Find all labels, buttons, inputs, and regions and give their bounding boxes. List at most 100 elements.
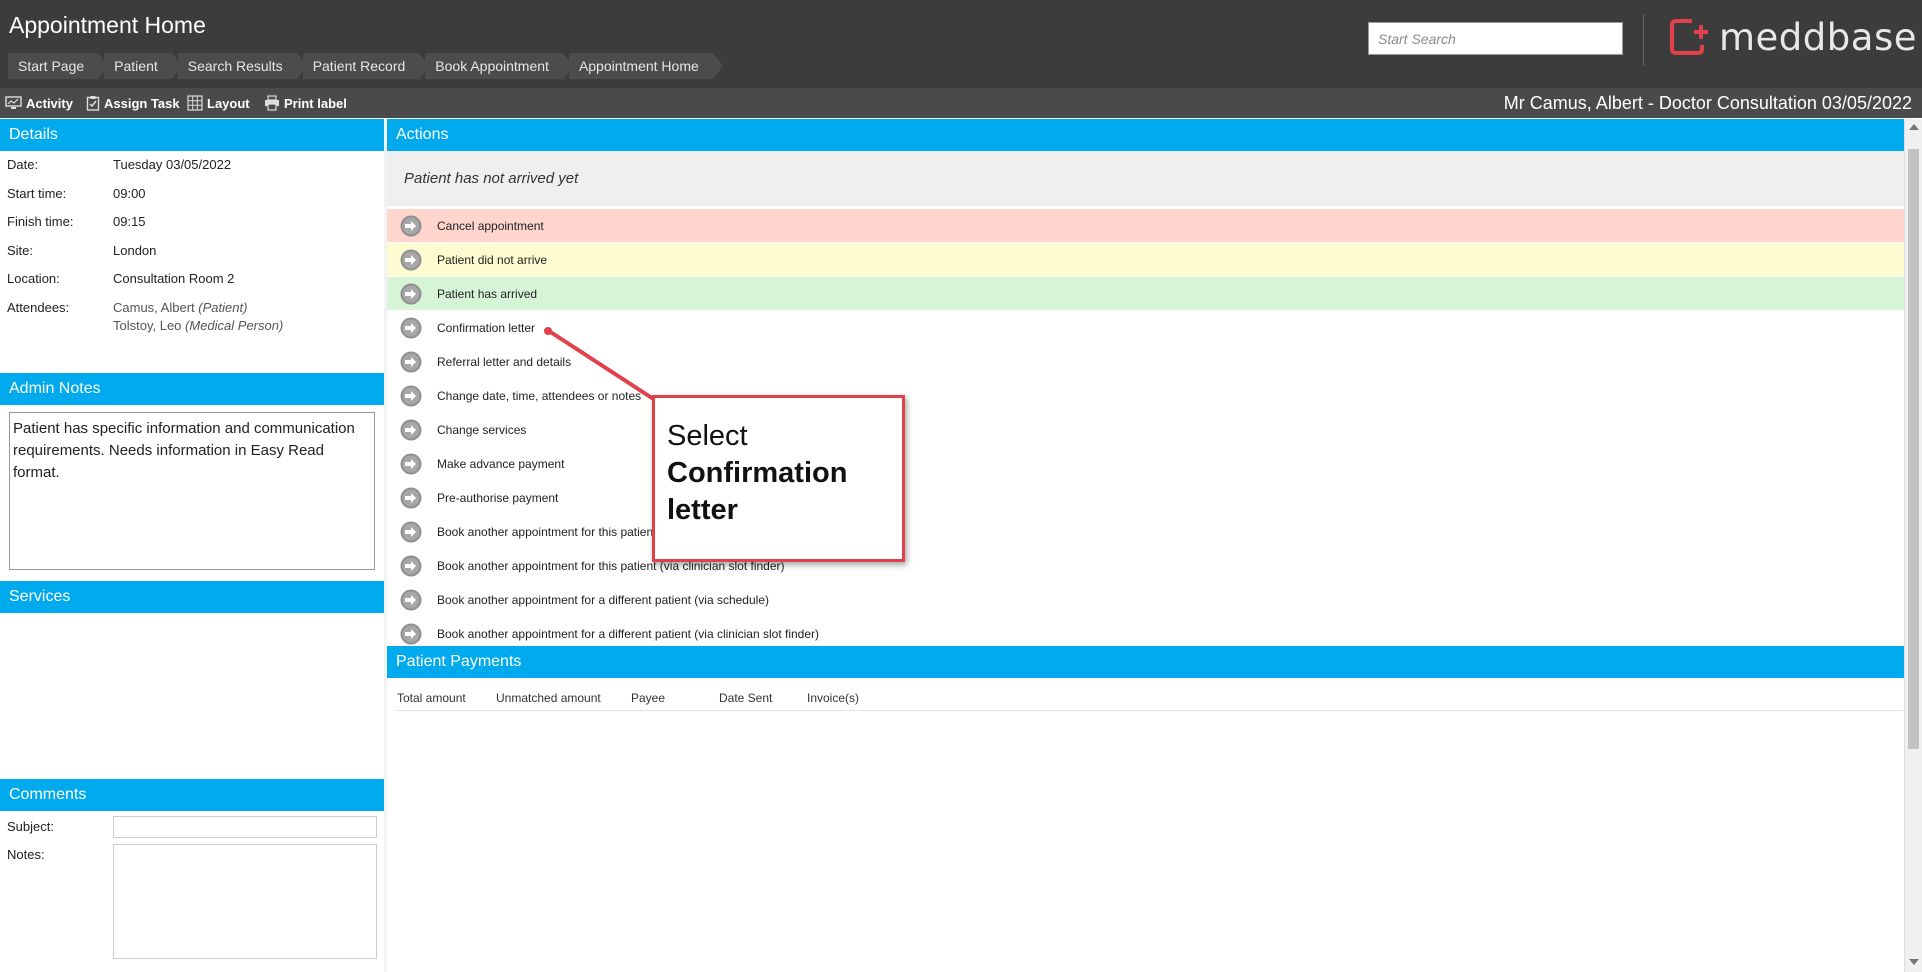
notes-textarea[interactable] [113,844,377,959]
detail-row-site: Site: London [0,243,384,261]
action-label: Make advance payment [437,456,565,471]
logo-mark-icon [1670,19,1708,55]
payments-table-header: Total amount Unmatched amount Payee Date… [395,686,1903,711]
search-input[interactable] [1368,22,1623,55]
attendee-1-role: (Patient) [198,300,248,315]
scroll-thumb[interactable] [1908,149,1919,749]
arrow-circle-icon [400,555,422,576]
start-time-value: 09:00 [113,186,146,201]
action-item[interactable]: Change date, time, attendees or notes [387,379,1904,412]
activity-button[interactable]: Activity [5,88,73,118]
action-item[interactable]: Cancel appointment [387,209,1904,242]
detail-row-date: Date: Tuesday 03/05/2022 [0,157,384,175]
start-time-label: Start time: [7,186,67,201]
scroll-up-icon[interactable] [1909,124,1919,130]
subject-input[interactable] [113,816,377,838]
detail-row-location: Location: Consultation Room 2 [0,271,384,289]
breadcrumb-search-results[interactable]: Search Results [177,53,307,79]
location-label: Location: [7,271,60,286]
site-value: London [113,243,157,258]
callout-line1: Select [667,420,748,452]
attendee-1: Camus, Albert (Patient) [113,300,247,315]
arrow-circle-icon [400,521,422,542]
breadcrumb: Start Page Patient Search Results Patien… [8,53,723,79]
left-panel: Details Date: Tuesday 03/05/2022 Start t… [0,119,384,972]
action-label: Referral letter and details [437,354,572,369]
action-label: Pre-authorise payment [437,490,559,505]
action-label: Confirmation letter [437,320,536,335]
print-label-button[interactable]: Print label [264,88,347,118]
date-value: Tuesday 03/05/2022 [113,157,232,172]
arrow-circle-icon [400,351,422,372]
breadcrumb-patient-record[interactable]: Patient Record [302,53,429,79]
arrow-circle-icon [400,453,422,474]
action-label: Patient has arrived [437,286,538,301]
page-title: Appointment Home [9,12,206,38]
attendee-1-name: Camus, Albert [113,300,195,315]
header-divider [1643,14,1644,66]
main-scrollbar[interactable] [1904,119,1922,972]
date-label: Date: [7,157,39,172]
action-item[interactable]: Change services [387,413,1904,446]
grid-icon [187,95,203,111]
meddbase-logo: meddbase [1668,15,1917,59]
site-label: Site: [7,243,34,258]
arrow-circle-icon [400,419,422,440]
logo-text: meddbase [1719,15,1917,59]
arrow-circle-icon [400,249,422,270]
action-item[interactable]: Confirmation letter [387,311,1904,344]
col-invoices: Invoice(s) [807,691,860,705]
action-item[interactable]: Book another appointment for this patien… [387,549,1904,582]
assign-task-label: Assign Task [104,95,180,111]
arrow-circle-icon [400,215,422,236]
breadcrumb-appointment-home[interactable]: Appointment Home [568,53,723,79]
action-item[interactable]: Referral letter and details [387,345,1904,378]
layout-button[interactable]: Layout [187,88,250,118]
admin-notes-text[interactable]: Patient has specific information and com… [9,412,375,570]
main-panel: Actions Patient has not arrived yet Canc… [387,119,1904,972]
action-item[interactable]: Book another appointment for this patien… [387,515,1904,548]
actions-header: Actions [387,119,1904,151]
patient-payments-header: Patient Payments [387,646,1904,678]
callout-line2: Confirmation letter [667,457,848,526]
arrow-circle-icon [400,317,422,338]
action-label: Book another appointment for a different… [437,626,819,641]
toolbar: Activity Assign Task Layout Print label … [0,88,1922,118]
finish-time-label: Finish time: [7,214,74,229]
detail-row-finish-time: Finish time: 09:15 [0,214,384,232]
breadcrumb-start-page[interactable]: Start Page [8,53,109,79]
col-date-sent: Date Sent [719,691,773,705]
arrow-circle-icon [400,487,422,508]
action-label: Book another appointment for a different… [437,592,769,607]
attendees-label: Attendees: [7,300,70,315]
clipboard-check-icon [86,96,100,111]
action-label: Patient did not arrive [437,252,548,267]
action-item[interactable]: Patient did not arrive [387,243,1904,276]
notes-label: Notes: [7,847,45,862]
monitor-icon [5,96,22,109]
admin-notes-header: Admin Notes [0,373,384,405]
action-item[interactable]: Make advance payment [387,447,1904,480]
col-total-amount: Total amount [397,691,466,705]
activity-label: Activity [26,95,73,111]
attendee-2-name: Tolstoy, Leo [113,318,182,333]
breadcrumb-patient[interactable]: Patient [104,53,182,79]
location-value: Consultation Room 2 [113,271,235,286]
action-item[interactable]: Pre-authorise payment [387,481,1904,514]
breadcrumb-book-appointment[interactable]: Book Appointment [425,53,573,79]
action-item[interactable]: Book another appointment for a different… [387,583,1904,616]
comments-header: Comments [0,779,384,811]
action-label: Cancel appointment [437,218,544,233]
subject-label: Subject: [7,819,54,834]
action-item[interactable]: Patient has arrived [387,277,1904,310]
finish-time-value: 09:15 [113,214,146,229]
action-label: Change date, time, attendees or notes [437,388,642,403]
scroll-down-icon[interactable] [1909,959,1919,965]
arrival-status: Patient has not arrived yet [387,151,1904,206]
callout-annotation: Select Confirmation letter [652,395,905,562]
assign-task-button[interactable]: Assign Task [86,88,180,118]
detail-row-attendees: Attendees: Camus, Albert (Patient) Tolst… [0,300,384,338]
arrow-circle-icon [400,589,422,610]
col-payee: Payee [631,691,666,705]
arrow-circle-icon [400,283,422,304]
